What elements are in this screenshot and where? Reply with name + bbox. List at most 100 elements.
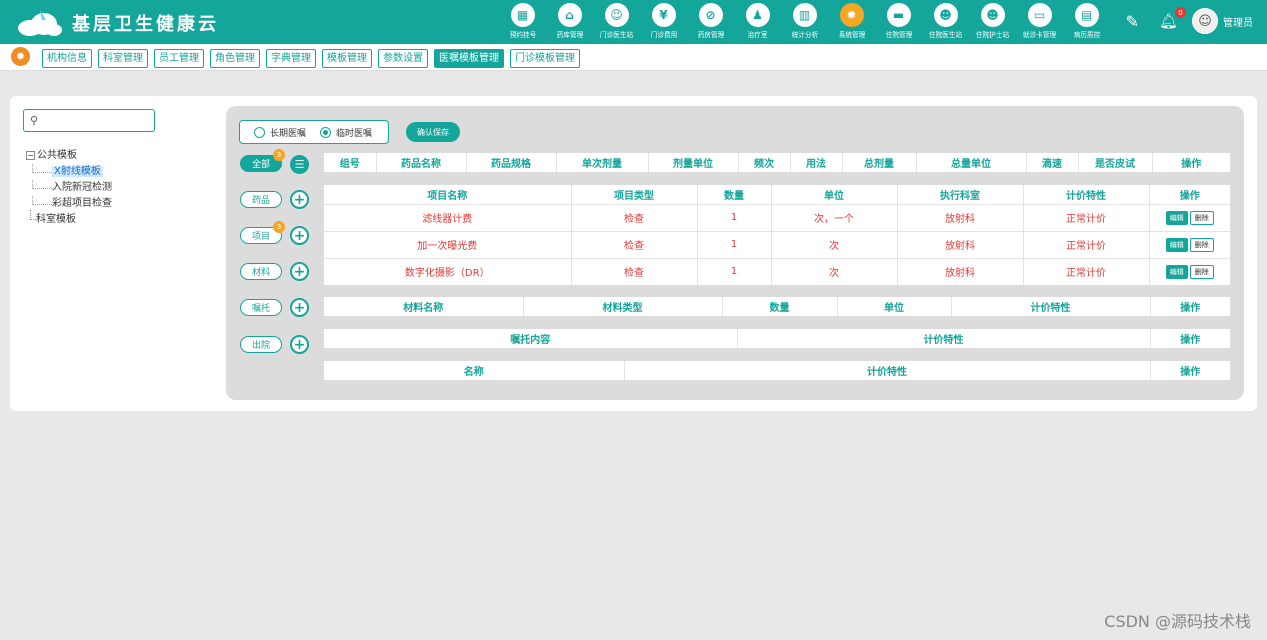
edit-button[interactable]: 编辑 xyxy=(1165,210,1188,225)
nav-label: 住院管理 xyxy=(885,31,912,39)
category-button[interactable]: 药品 xyxy=(240,191,282,208)
add-icon[interactable]: + xyxy=(290,298,309,317)
nav-item[interactable]: ▭ 就诊卡管理 xyxy=(1017,3,1062,40)
tab[interactable]: 医嘱模板管理 xyxy=(434,49,504,68)
table-row: 数字化摄影（DR） 检查 1 次放射科 正常计价 编辑 删除 xyxy=(324,257,1230,285)
nav-item[interactable]: ☻ 住院医生站 xyxy=(923,3,968,40)
cell-unit: 次 xyxy=(771,230,898,258)
nav-item[interactable]: ▬ 住院管理 xyxy=(876,3,921,40)
tree-item[interactable]: 彩超项目检查 xyxy=(26,196,112,212)
nav-item[interactable]: ▦ 预约挂号 xyxy=(500,3,545,40)
nav-item[interactable]: ⊘ 药房管理 xyxy=(688,3,733,40)
edit-button[interactable]: 编辑 xyxy=(1165,264,1188,279)
delete-button[interactable]: 删除 xyxy=(1189,237,1214,252)
delete-button[interactable]: 删除 xyxy=(1189,264,1214,279)
category-button[interactable]: 材料 xyxy=(240,263,282,280)
column-header: 滴速 xyxy=(1026,153,1079,172)
home-gear-icon[interactable]: ✹ xyxy=(11,47,30,66)
list-menu-icon[interactable]: ☰ xyxy=(290,155,309,174)
username[interactable]: 管理员 xyxy=(1223,14,1253,29)
category-label: 全部 xyxy=(251,160,270,170)
cell-type: 检查 xyxy=(571,203,698,231)
doctor-icon: ☺ xyxy=(604,3,629,27)
tree-sibling[interactable]: 科室模板 xyxy=(26,210,112,228)
column-header: 操作 xyxy=(1181,159,1202,170)
category-button[interactable]: 嘱托 xyxy=(240,299,282,316)
app-title: 基层卫生健康云 xyxy=(72,14,219,35)
nav-item[interactable]: ¥ 门诊费用 xyxy=(641,3,686,40)
tab[interactable]: 机构信息 xyxy=(42,49,92,68)
nav-item[interactable]: ☻ 住院护士站 xyxy=(970,3,1015,40)
avatar[interactable]: ☺ xyxy=(1192,8,1218,34)
column-header: 药品名称 xyxy=(376,153,467,172)
tab[interactable]: 门诊模板管理 xyxy=(510,49,580,68)
pencil-icon[interactable]: ✎ xyxy=(1126,12,1139,31)
card-icon: ▭ xyxy=(1027,3,1052,27)
tab[interactable]: 角色管理 xyxy=(210,49,260,68)
category-button[interactable]: 项目 3 xyxy=(240,221,285,244)
cell-dept: 放射科 xyxy=(897,230,1024,258)
tree-item-label: X射线模板 xyxy=(52,166,103,177)
tree-item[interactable]: X射线模板 xyxy=(26,164,112,180)
tree-root-label: 公共模板 xyxy=(37,150,77,161)
nav-label: 药房管理 xyxy=(697,31,724,39)
tree-sibling-label: 科室模板 xyxy=(36,214,76,225)
material-table: 材料名称 材料类型 数量 单位 计价特性 操作 xyxy=(324,297,1230,316)
nav-label: 住院医生站 xyxy=(928,31,963,39)
nav-item[interactable]: ♟ 治疗室 xyxy=(735,3,780,40)
category-button[interactable]: 出院 xyxy=(240,336,282,353)
watermark: CSDN @源码技术栈 xyxy=(1104,612,1251,631)
bell-icon[interactable]: 🔔︎ 0 xyxy=(1159,7,1186,30)
tab[interactable]: 员工管理 xyxy=(154,49,204,68)
column-header: 计价特性 xyxy=(1023,185,1150,204)
tree-item-label: 入院新冠检测 xyxy=(52,182,112,193)
column-header: 单位 xyxy=(771,185,898,204)
nav-item[interactable]: ⌂ 药库管理 xyxy=(547,3,592,40)
gear-icon: ✹ xyxy=(839,3,864,27)
add-icon[interactable]: + xyxy=(290,226,309,245)
add-icon[interactable]: + xyxy=(290,335,309,354)
cell-name: 加一次曝光费 xyxy=(324,230,572,258)
tab[interactable]: 字典管理 xyxy=(266,49,316,68)
tab[interactable]: 科室管理 xyxy=(98,49,148,68)
add-icon[interactable]: + xyxy=(290,262,309,281)
search-input[interactable]: ⚲ xyxy=(23,109,155,132)
column-header: 操作 xyxy=(1180,335,1201,346)
column-header: 执行科室 xyxy=(897,185,1024,204)
radio-temporary[interactable]: 临时医嘱 xyxy=(320,126,372,139)
tab[interactable]: 参数设置 xyxy=(378,49,428,68)
cell-dept: 放射科 xyxy=(897,203,1024,231)
user-area: ✎ 🔔︎ 0 ☺ 管理员 xyxy=(1126,7,1253,34)
column-header: 计价特性 xyxy=(951,297,1151,316)
nav-label: 门诊费用 xyxy=(650,31,677,39)
column-header: 总量单位 xyxy=(916,153,1027,172)
delete-button[interactable]: 删除 xyxy=(1189,210,1214,225)
item-table: 项目名称 项目类型 数量 单位 执行科室 计价特性 操作 滤线器计费 检查 1 次，一个 放射科 正常… xyxy=(324,185,1230,285)
nav-item[interactable]: ☺ 门诊医生站 xyxy=(594,3,639,40)
tree-root[interactable]: − 公共模板 xyxy=(26,148,112,164)
nav-item[interactable]: ✹ 系统管理 xyxy=(829,3,874,40)
nav-label: 药库管理 xyxy=(556,31,583,39)
pill-icon: ⊘ xyxy=(698,3,723,27)
nav-label: 治疗室 xyxy=(747,31,768,39)
radio-circle-icon xyxy=(254,126,265,138)
cell-name: 数字化摄影（DR） xyxy=(324,257,572,285)
column-header: 材料名称 xyxy=(324,297,524,316)
category-label: 材料 xyxy=(251,268,270,278)
collapse-icon[interactable]: − xyxy=(26,150,35,160)
radio-long-term[interactable]: 长期医嘱 xyxy=(254,126,306,139)
cell-dept: 放射科 xyxy=(897,257,1024,285)
template-tree: − 公共模板 X射线模板入院新冠检测彩超项目检查 科室模板 xyxy=(26,148,112,228)
category-button[interactable]: 全部 3 xyxy=(240,149,285,172)
nav-label: 就诊卡管理 xyxy=(1022,31,1057,39)
column-header: 组号 xyxy=(324,153,377,172)
column-header: 操作 xyxy=(1180,367,1201,378)
tree-item[interactable]: 入院新冠检测 xyxy=(26,180,112,196)
tab[interactable]: 模板管理 xyxy=(322,49,372,68)
edit-button[interactable]: 编辑 xyxy=(1165,237,1188,252)
add-icon[interactable]: + xyxy=(290,190,309,209)
nav-item[interactable]: ▥ 统计分析 xyxy=(782,3,827,40)
column-header: 剂量单位 xyxy=(648,153,739,172)
nav-item[interactable]: ▤ 病历质控 xyxy=(1064,3,1109,40)
save-button[interactable]: 确认保存 xyxy=(406,122,460,142)
